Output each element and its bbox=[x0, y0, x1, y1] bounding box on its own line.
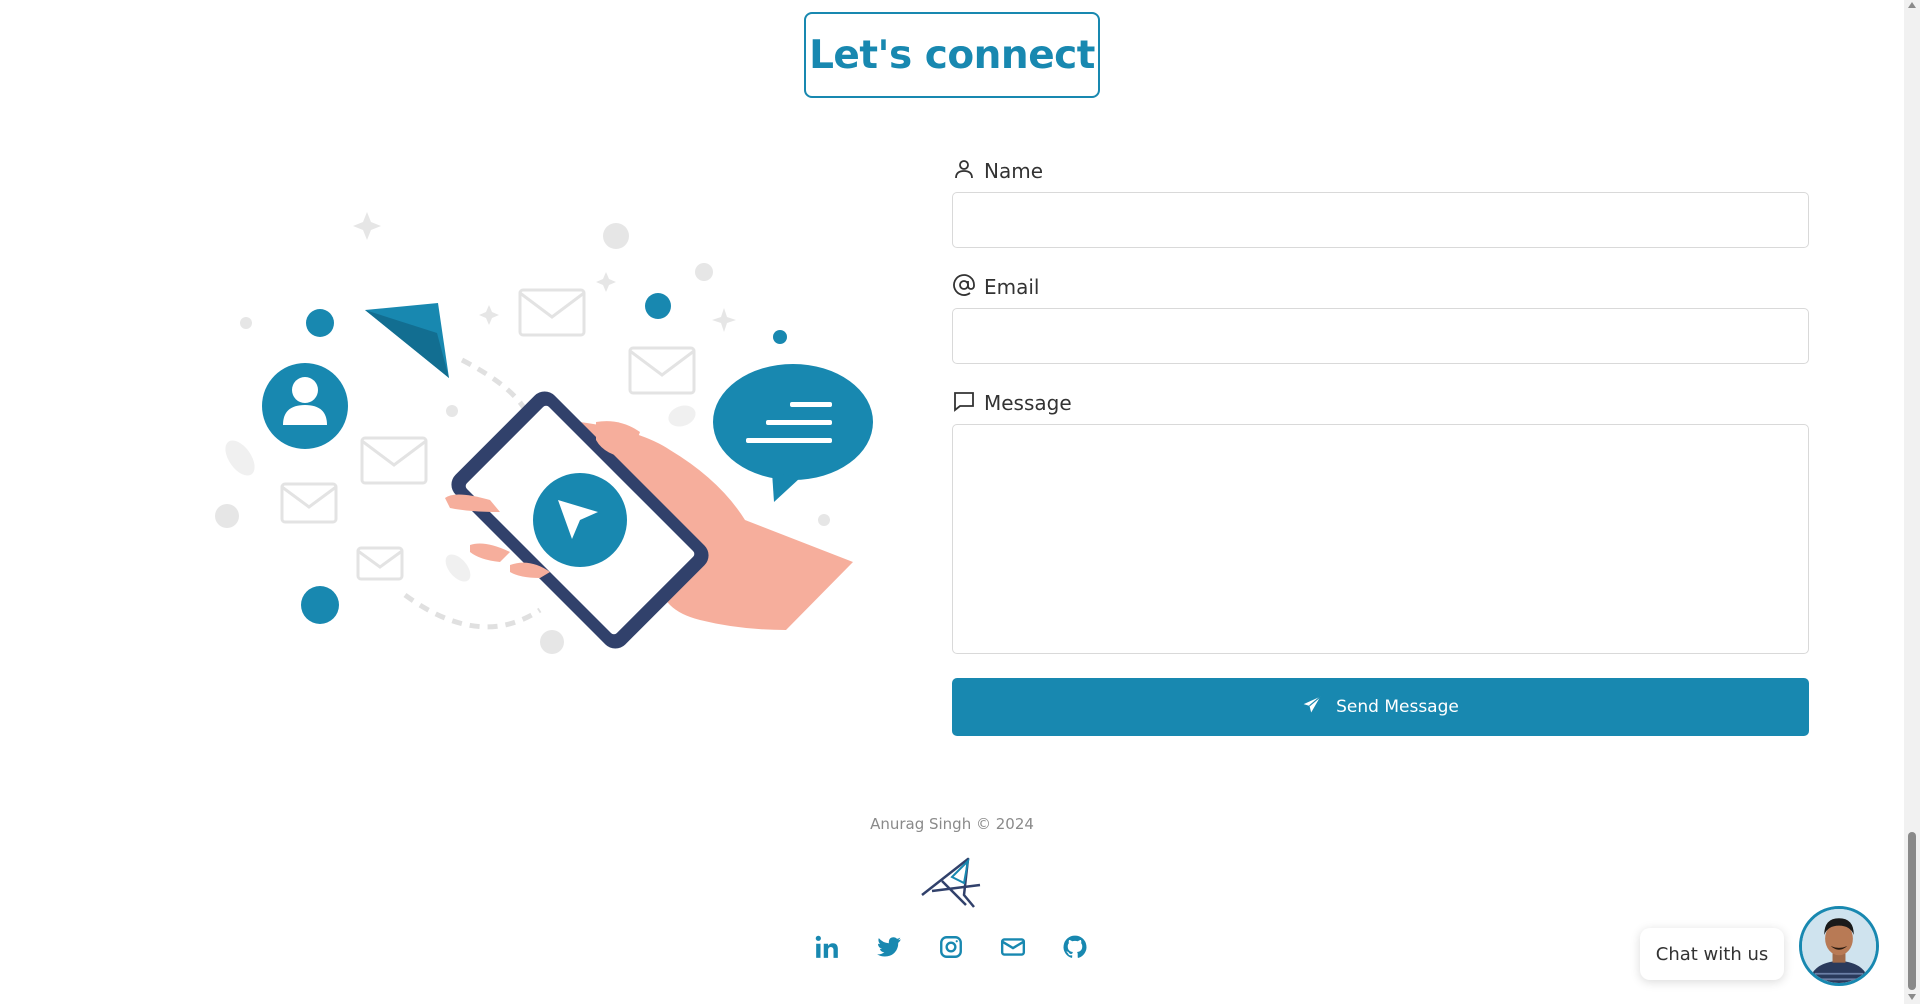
scroll-down-icon[interactable] bbox=[1908, 994, 1916, 1000]
send-message-label: Send Message bbox=[1336, 697, 1459, 717]
chat-avatar[interactable] bbox=[1799, 906, 1879, 986]
mail-icon[interactable] bbox=[1000, 934, 1026, 960]
twitter-icon[interactable] bbox=[876, 934, 902, 960]
name-label-text: Name bbox=[984, 159, 1044, 183]
message-label: Message bbox=[952, 388, 1809, 418]
name-label: Name bbox=[952, 156, 1809, 186]
scroll-up-icon[interactable] bbox=[1908, 2, 1916, 8]
scrollbar[interactable] bbox=[1904, 0, 1920, 1004]
social-links bbox=[814, 934, 1088, 960]
message-icon bbox=[952, 389, 976, 418]
copyright-text: Anurag Singh © 2024 bbox=[870, 815, 1034, 833]
chat-with-us-button[interactable]: Chat with us bbox=[1640, 928, 1784, 980]
instagram-icon[interactable] bbox=[938, 934, 964, 960]
contact-illustration bbox=[215, 212, 873, 654]
github-icon[interactable] bbox=[1062, 934, 1088, 960]
linkedin-icon[interactable] bbox=[814, 934, 840, 960]
logo-icon bbox=[921, 857, 981, 908]
name-input[interactable] bbox=[952, 192, 1809, 248]
email-label-text: Email bbox=[984, 275, 1040, 299]
email-label: Email bbox=[952, 272, 1809, 302]
send-message-button[interactable]: Send Message bbox=[952, 678, 1809, 736]
message-textarea[interactable] bbox=[952, 424, 1809, 654]
user-icon bbox=[952, 157, 976, 186]
contact-form: Name Email Message bbox=[952, 156, 1809, 654]
email-input[interactable] bbox=[952, 308, 1809, 364]
scroll-thumb[interactable] bbox=[1908, 832, 1916, 990]
at-icon bbox=[952, 273, 976, 302]
paper-plane-icon bbox=[1302, 695, 1322, 720]
page-title: Let's connect bbox=[804, 12, 1100, 98]
message-label-text: Message bbox=[984, 391, 1072, 415]
